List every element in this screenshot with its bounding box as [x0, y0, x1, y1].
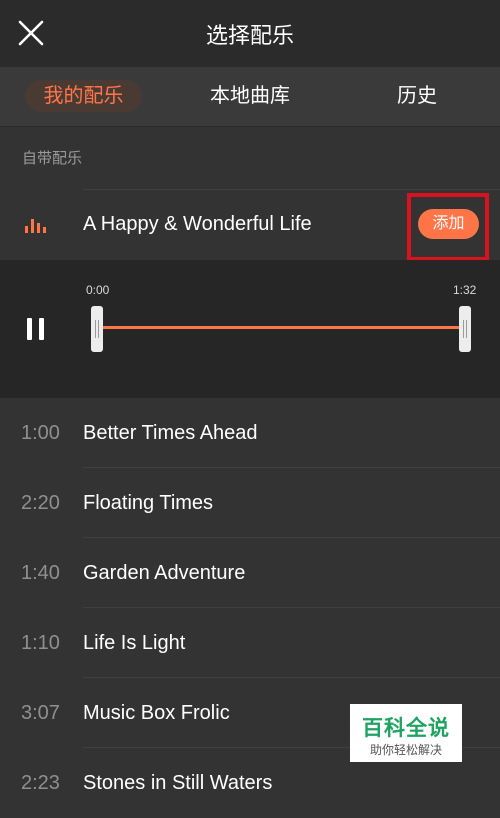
pause-icon	[27, 318, 32, 340]
track-duration: 3:07	[21, 702, 60, 724]
close-icon	[18, 20, 44, 46]
close-button[interactable]	[14, 16, 48, 50]
tab-bar: 我的配乐 本地曲库 历史	[0, 67, 500, 127]
track-row[interactable]: 1:00 Better Times Ahead	[0, 398, 500, 468]
selected-track-name: A Happy & Wonderful Life	[83, 213, 312, 235]
tab-local-library[interactable]: 本地曲库	[190, 80, 310, 112]
pause-icon	[39, 318, 44, 340]
track-name: Floating Times	[83, 492, 214, 514]
section-label: 自带配乐	[22, 150, 83, 167]
header-bar: 选择配乐	[0, 0, 500, 67]
trim-end-handle[interactable]	[459, 306, 471, 352]
track-name: Music Box Frolic	[83, 702, 230, 724]
track-duration: 2:23	[21, 772, 60, 794]
selected-track-row[interactable]: A Happy & Wonderful Life 添加	[0, 190, 500, 261]
track-duration: 1:40	[21, 562, 60, 584]
add-button[interactable]: 添加	[418, 209, 479, 239]
pause-button[interactable]	[24, 316, 50, 342]
equalizer-icon	[25, 219, 46, 233]
trim-start-handle[interactable]	[91, 306, 103, 352]
track-duration: 1:00	[21, 422, 60, 444]
trim-range	[98, 326, 466, 329]
end-time: 1:32	[453, 283, 477, 297]
tab-my-music[interactable]: 我的配乐	[25, 80, 142, 112]
track-row[interactable]: 1:10 Life Is Light	[0, 608, 500, 678]
track-name: Stones in Still Waters	[83, 772, 273, 794]
track-duration: 1:10	[21, 632, 60, 654]
watermark-title: 百科全说	[362, 717, 450, 740]
tab-history[interactable]: 历史	[370, 80, 464, 112]
track-name: Better Times Ahead	[83, 422, 258, 444]
track-duration: 2:20	[21, 492, 60, 514]
trim-player: 0:00 1:32	[0, 260, 500, 398]
watermark-logo: 百科全说 助你轻松解决	[350, 704, 462, 762]
track-name: Garden Adventure	[83, 562, 246, 584]
start-time: 0:00	[86, 283, 110, 297]
track-row[interactable]: 2:20 Floating Times	[0, 468, 500, 538]
track-row[interactable]: 1:40 Garden Adventure	[0, 538, 500, 608]
page-title: 选择配乐	[205, 23, 294, 48]
track-name: Life Is Light	[83, 632, 186, 654]
watermark-subtitle: 助你轻松解决	[369, 743, 442, 757]
